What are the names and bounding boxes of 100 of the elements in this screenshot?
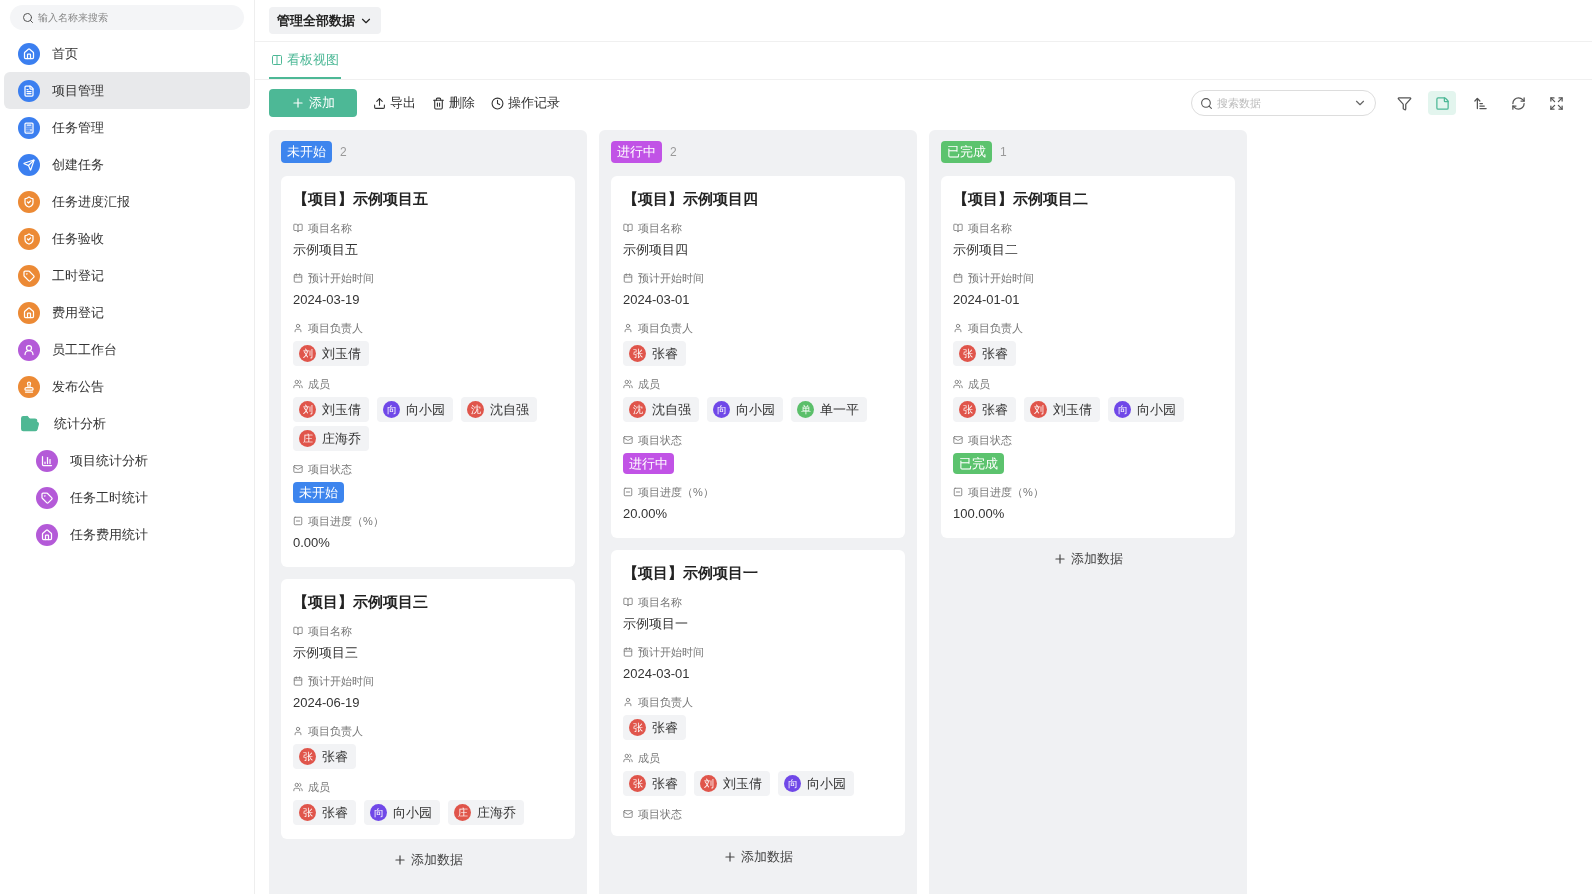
avatar: 张 (299, 804, 316, 821)
field-value: 示例项目一 (623, 615, 689, 633)
sidebar-item[interactable]: 项目统计分析 (4, 442, 250, 479)
envelope-icon (623, 809, 633, 819)
avatar: 沈 (467, 401, 484, 418)
toolbar-button[interactable]: 删除 (432, 93, 475, 113)
field-label: 成员 (968, 376, 990, 392)
scope-dropdown[interactable]: 管理全部数据 (269, 7, 381, 34)
avatar: 张 (299, 748, 316, 765)
sidebar-item[interactable]: 首页 (4, 35, 250, 72)
field-label: 项目进度（%） (638, 484, 714, 500)
person-chip: 沈 沈自强 (623, 397, 699, 422)
field-value: 示例项目五 (293, 241, 359, 259)
envelope-icon (953, 435, 963, 445)
envelope-icon (293, 464, 303, 474)
card-count: 2 (340, 144, 347, 161)
avatar: 张 (629, 775, 646, 792)
sidebar-item[interactable]: 创建任务 (4, 146, 250, 183)
plus-icon (723, 850, 737, 864)
field-label: 项目状态 (968, 432, 1012, 448)
add-data-button[interactable]: 添加数据 (941, 542, 1235, 576)
field-label: 项目名称 (638, 594, 682, 610)
field-value: 2024-06-19 (293, 694, 361, 712)
card-title: 【项目】示例项目四 (623, 189, 759, 209)
avatar: 张 (959, 401, 976, 418)
book-icon (293, 223, 303, 233)
person-chip: 向 向小园 (364, 800, 440, 825)
sidebar-item[interactable]: 费用登记 (4, 294, 250, 331)
field-label: 项目名称 (308, 220, 352, 236)
person-chip: 张 张睿 (623, 341, 686, 366)
status-tag: 进行中 (623, 453, 674, 474)
square-icon (293, 516, 303, 526)
card-count: 2 (670, 144, 677, 161)
project-card[interactable]: 【项目】示例项目二 项目名称 示例项目二 预计开始时间 2024-01-01 项目负责人 张 张睿 成员 张 张睿 刘 刘玉倩 向 向小园 项目状态 已完成 项目进度（%） 100.00% (941, 176, 1235, 538)
field-label: 预计开始时间 (638, 270, 704, 286)
field-label: 成员 (638, 750, 660, 766)
sidebar-item[interactable]: 任务验收 (4, 220, 250, 257)
person-icon (293, 726, 303, 736)
sidebar-item[interactable]: 项目管理 (4, 72, 250, 109)
field-label: 项目名称 (638, 220, 682, 236)
search-icon (1200, 96, 1213, 110)
card-title: 【项目】示例项目五 (293, 189, 429, 209)
filter-icon (1396, 95, 1412, 111)
person-chip: 刘 刘玉倩 (694, 771, 770, 796)
project-card[interactable]: 【项目】示例项目三 项目名称 示例项目三 预计开始时间 2024-06-19 项目负责人 张 张睿 成员 张 张睿 向 向小园 庄 庄海乔 (281, 579, 575, 839)
person-chip: 刘 刘玉倩 (293, 341, 369, 366)
add-data-button[interactable]: 添加数据 (281, 843, 575, 877)
status-tag: 未开始 (293, 482, 344, 503)
person-chip: 向 向小园 (1108, 397, 1184, 422)
add-data-button[interactable]: 添加数据 (611, 840, 905, 874)
project-card[interactable]: 【项目】示例项目五 项目名称 示例项目五 预计开始时间 2024-03-19 项目负责人 刘 刘玉倩 成员 刘 刘玉倩 向 向小园 沈 沈自强 庄 庄海乔 项目状态 未开始 项目进度（%） 0.00% (281, 176, 575, 567)
avatar: 张 (629, 345, 646, 362)
sidebar-item[interactable]: 工时登记 (4, 257, 250, 294)
note-icon (1434, 95, 1450, 111)
field-value: 示例项目二 (953, 241, 1019, 259)
plus-icon (393, 853, 407, 867)
sidebar-item[interactable]: 任务管理 (4, 109, 250, 146)
field-label: 预计开始时间 (638, 644, 704, 660)
book-icon (623, 597, 633, 607)
status-tag: 已完成 (941, 141, 992, 163)
person-chip: 向 向小园 (778, 771, 854, 796)
avatar: 向 (713, 401, 730, 418)
person-chip: 庄 庄海乔 (293, 426, 369, 451)
avatar: 庄 (299, 430, 316, 447)
sidebar-item[interactable]: 统计分析 (4, 405, 250, 442)
field-value: 2024-03-01 (623, 291, 691, 309)
search-icon (22, 11, 34, 24)
field-label: 项目负责人 (308, 723, 363, 739)
field-label: 项目状态 (308, 461, 352, 477)
calendar-icon (953, 273, 963, 283)
field-label: 成员 (308, 779, 330, 795)
person-chip: 张 张睿 (293, 744, 356, 769)
person-chip: 张 张睿 (953, 341, 1016, 366)
book-icon (623, 223, 633, 233)
sidebar-item[interactable]: 任务工时统计 (4, 479, 250, 516)
card-title: 【项目】示例项目二 (953, 189, 1089, 209)
avatar: 庄 (454, 804, 471, 821)
toolbar-button[interactable]: 操作记录 (491, 93, 560, 113)
field-value: 0.00% (293, 534, 331, 552)
sidebar-item[interactable]: 员工工作台 (4, 331, 250, 368)
field-label: 预计开始时间 (308, 673, 374, 689)
avatar: 刘 (299, 401, 316, 418)
project-card[interactable]: 【项目】示例项目四 项目名称 示例项目四 预计开始时间 2024-03-01 项目负责人 张 张睿 成员 沈 沈自强 向 向小园 单 单一平 项目状态 进行中 项目进度（%） 20.00% (611, 176, 905, 538)
sidebar-item[interactable]: 任务费用统计 (4, 516, 250, 553)
envelope-icon (623, 435, 633, 445)
field-label: 项目名称 (968, 220, 1012, 236)
toolbar-button[interactable]: 导出 (373, 93, 416, 113)
calendar-icon (293, 676, 303, 686)
field-label: 项目负责人 (308, 320, 363, 336)
field-label: 预计开始时间 (968, 270, 1034, 286)
field-label: 项目负责人 (638, 694, 693, 710)
person-chip: 沈 沈自强 (461, 397, 537, 422)
sidebar-item[interactable]: 发布公告 (4, 368, 250, 405)
avatar: 张 (629, 719, 646, 736)
avatar: 向 (383, 401, 400, 418)
person-icon (623, 697, 633, 707)
avatar: 刘 (1030, 401, 1047, 418)
project-card[interactable]: 【项目】示例项目一 项目名称 示例项目一 预计开始时间 2024-03-01 项目负责人 张 张睿 成员 张 张睿 刘 刘玉倩 向 向小园 项目状态 (611, 550, 905, 836)
sidebar-item[interactable]: 任务进度汇报 (4, 183, 250, 220)
field-value: 100.00% (953, 505, 1006, 523)
